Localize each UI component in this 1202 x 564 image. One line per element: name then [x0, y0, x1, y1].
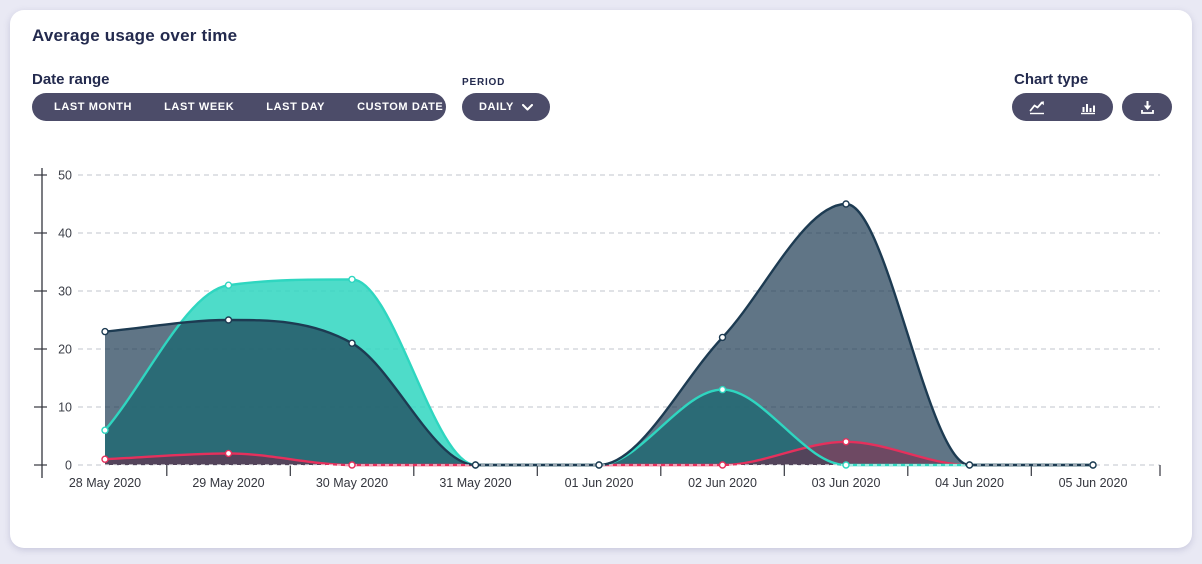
- data-point: [720, 387, 726, 393]
- y-axis-labels: 0 10 20 30 40 50: [58, 169, 72, 473]
- last-week-label: LAST WEEK: [164, 101, 234, 113]
- period-select: DAILY: [462, 93, 550, 121]
- svg-text:40: 40: [58, 227, 72, 241]
- line-chart-icon: [1029, 100, 1045, 115]
- series-primary-dark-area: [105, 204, 1093, 465]
- period-dropdown-button[interactable]: DAILY: [462, 93, 550, 121]
- data-point: [102, 456, 108, 462]
- chevron-down-icon: [451, 104, 462, 111]
- data-point: [226, 450, 232, 456]
- svg-text:20: 20: [58, 343, 72, 357]
- svg-text:50: 50: [58, 169, 72, 183]
- svg-text:29 May 2020: 29 May 2020: [192, 476, 264, 490]
- last-month-label: LAST MONTH: [54, 101, 132, 113]
- data-point: [843, 201, 849, 207]
- data-point: [720, 334, 726, 340]
- data-point: [843, 439, 849, 445]
- data-point: [102, 329, 108, 335]
- last-week-button[interactable]: LAST WEEK: [148, 93, 250, 121]
- data-point: [967, 462, 973, 468]
- data-point: [349, 276, 355, 282]
- data-point: [102, 427, 108, 433]
- chart-type-label: Chart type: [1014, 71, 1088, 88]
- line-chart-button[interactable]: [1012, 93, 1063, 121]
- svg-text:0: 0: [65, 459, 72, 473]
- download-icon: [1140, 100, 1155, 115]
- bar-chart-icon: [1080, 100, 1096, 115]
- svg-text:31 May 2020: 31 May 2020: [439, 476, 511, 490]
- last-day-label: LAST DAY: [266, 101, 325, 113]
- data-point: [349, 462, 355, 468]
- date-range-label: Date range: [32, 71, 110, 88]
- data-point: [596, 462, 602, 468]
- svg-text:01 Jun 2020: 01 Jun 2020: [565, 476, 634, 490]
- svg-text:30: 30: [58, 285, 72, 299]
- custom-date-button[interactable]: CUSTOM DATE: [341, 93, 478, 121]
- usage-card: Average usage over time Date range LAST …: [10, 10, 1192, 548]
- svg-text:05 Jun 2020: 05 Jun 2020: [1059, 476, 1128, 490]
- last-month-button[interactable]: LAST MONTH: [38, 93, 148, 121]
- chevron-down-icon: [522, 104, 533, 111]
- svg-text:30 May 2020: 30 May 2020: [316, 476, 388, 490]
- svg-text:03 Jun 2020: 03 Jun 2020: [812, 476, 881, 490]
- last-day-button[interactable]: LAST DAY: [250, 93, 341, 121]
- date-range-pill: LAST MONTH LAST WEEK LAST DAY CUSTOM DAT…: [32, 93, 446, 121]
- page-title: Average usage over time: [32, 26, 237, 46]
- bar-chart-button[interactable]: [1063, 93, 1114, 121]
- x-axis-labels: 28 May 2020 29 May 2020 30 May 2020 31 May …: [69, 476, 1128, 490]
- y-axis: [34, 168, 47, 478]
- data-point: [720, 462, 726, 468]
- chart-type-pill: [1012, 93, 1113, 121]
- custom-date-label: CUSTOM DATE: [357, 101, 443, 113]
- data-point: [473, 462, 479, 468]
- svg-text:10: 10: [58, 401, 72, 415]
- period-label: PERIOD: [462, 77, 505, 88]
- download-pill: [1122, 93, 1172, 121]
- data-point: [349, 340, 355, 346]
- data-point: [226, 317, 232, 323]
- svg-text:02 Jun 2020: 02 Jun 2020: [688, 476, 757, 490]
- data-point: [1090, 462, 1096, 468]
- data-point: [226, 282, 232, 288]
- data-point: [843, 462, 849, 468]
- download-button[interactable]: [1122, 93, 1172, 121]
- x-axis-ticks: [167, 465, 1160, 476]
- svg-text:28 May 2020: 28 May 2020: [69, 476, 141, 490]
- svg-text:04 Jun 2020: 04 Jun 2020: [935, 476, 1004, 490]
- period-value: DAILY: [479, 101, 514, 113]
- usage-chart: 0 10 20 30 40 50 28 May 2020 29 May 2020 30 May …: [20, 160, 1180, 510]
